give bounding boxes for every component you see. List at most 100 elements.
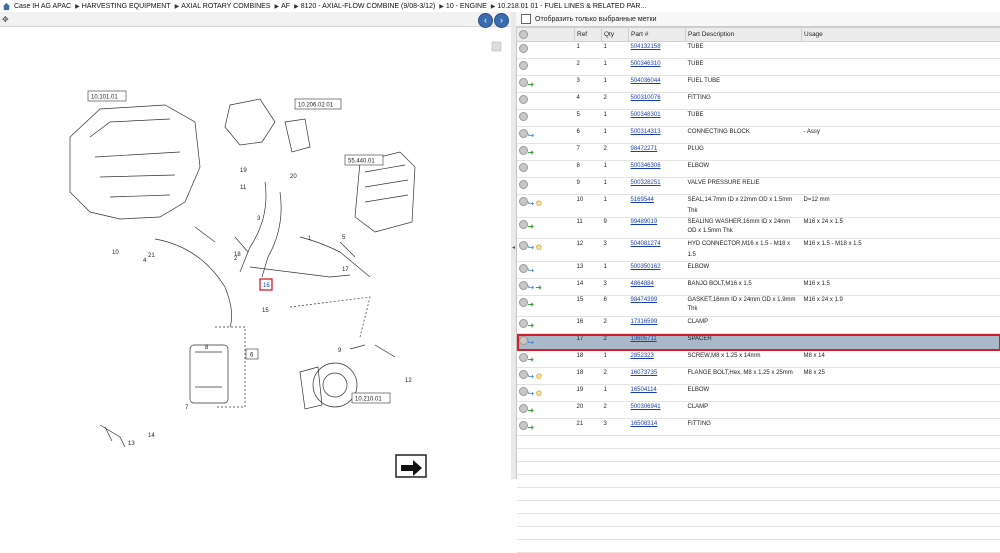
- row-select-icon[interactable]: [519, 281, 528, 290]
- cell-part-number[interactable]: 98472271: [629, 144, 686, 161]
- home-icon[interactable]: [2, 2, 11, 11]
- part-number-link[interactable]: 500314313: [631, 129, 661, 135]
- row-select-icon[interactable]: [519, 387, 528, 396]
- table-row[interactable]: 81500346306ELBOW: [517, 161, 1000, 178]
- part-number-link[interactable]: 99489019: [631, 219, 658, 225]
- next-page-button[interactable]: ›: [494, 13, 509, 28]
- add-to-cart-arrow-icon[interactable]: ➜: [528, 148, 535, 157]
- ref-label-d[interactable]: 10.210.01: [355, 397, 382, 403]
- row-select-icon[interactable]: [519, 44, 528, 53]
- add-to-cart-arrow-icon[interactable]: ➜: [528, 80, 535, 89]
- row-select-icon[interactable]: [519, 180, 528, 189]
- part-number-link[interactable]: 504081274: [631, 241, 661, 247]
- pin-icon[interactable]: ✥: [2, 15, 9, 24]
- cell-part-number[interactable]: 98474399: [629, 296, 686, 317]
- cell-part-number[interactable]: 500314313: [629, 127, 686, 144]
- callout-label[interactable]: 14: [148, 433, 155, 439]
- part-number-link[interactable]: 504132158: [631, 44, 661, 50]
- replacement-info-icon[interactable]: ↪: [528, 131, 535, 140]
- part-number-link[interactable]: 500328251: [631, 180, 661, 186]
- cell-part-number[interactable]: 4864884: [629, 279, 686, 296]
- header-qty[interactable]: Qty: [602, 28, 629, 42]
- table-row[interactable]: ➜7298472271PLUG: [517, 144, 1000, 161]
- header-usage[interactable]: Usage: [802, 28, 1000, 42]
- part-number-link[interactable]: 500346306: [631, 163, 661, 169]
- table-row[interactable]: ↪⚙19116504114ELBOW: [517, 385, 1000, 402]
- add-to-cart-arrow-icon[interactable]: ➜: [528, 355, 535, 364]
- show-selected-checkbox[interactable]: [521, 14, 531, 24]
- row-select-icon[interactable]: [519, 404, 528, 413]
- table-row[interactable]: ↪⚙123504081274HYD CONNECTOR,M16 x 1.5 - …: [517, 239, 1000, 262]
- table-row[interactable]: ↪⚙18216073735FLANGE BOLT,Hex, M8 x 1.25 …: [517, 368, 1000, 385]
- part-number-link[interactable]: 2852323: [631, 353, 654, 359]
- table-row[interactable]: 91500328251VALVE PRESSURE RELIE: [517, 178, 1000, 195]
- callout-label[interactable]: 9: [338, 348, 342, 354]
- part-number-link[interactable]: 13605711: [631, 336, 657, 342]
- table-row[interactable]: ↪17213605711SPACER: [517, 334, 1000, 351]
- part-number-link[interactable]: 4864884: [631, 281, 654, 287]
- cell-part-number[interactable]: 5169544: [629, 195, 686, 218]
- row-select-icon[interactable]: [519, 353, 528, 362]
- header-part[interactable]: Part #: [629, 28, 686, 42]
- ref-label-c[interactable]: 55.440.01: [348, 159, 375, 165]
- callout-label[interactable]: 1: [308, 236, 312, 242]
- replacement-info-icon[interactable]: ↪: [528, 243, 535, 252]
- next-diagram-icon[interactable]: [396, 455, 426, 477]
- table-row[interactable]: ➜15698474399GASKET,16mm ID x 24mm OD x 1…: [517, 296, 1000, 317]
- kit-icon[interactable]: ⚙: [535, 199, 542, 208]
- part-number-link[interactable]: 504036044: [631, 78, 661, 84]
- cell-part-number[interactable]: 500328251: [629, 178, 686, 195]
- header-description[interactable]: Part Description: [686, 28, 802, 42]
- cell-part-number[interactable]: 500310076: [629, 93, 686, 110]
- row-select-icon[interactable]: [519, 197, 528, 206]
- callout-label[interactable]: 13: [128, 441, 135, 447]
- callout-label[interactable]: 18: [234, 252, 241, 258]
- breadcrumb-item[interactable]: Case IH AG APAC: [14, 3, 71, 10]
- add-to-cart-arrow-icon[interactable]: ➜: [528, 222, 535, 231]
- row-select-icon[interactable]: [519, 241, 528, 250]
- header-ref[interactable]: Ref: [575, 28, 602, 42]
- part-number-link[interactable]: 500306941: [631, 404, 661, 410]
- table-row[interactable]: ↪61500314313CONNECTING BLOCK- Assy: [517, 127, 1000, 144]
- replacement-info-icon[interactable]: ↪: [528, 389, 535, 398]
- table-row[interactable]: ➜202500306941CLAMP: [517, 402, 1000, 419]
- table-row[interactable]: ↪⚙1015169544SEAL,14.7mm ID x 22mm OD x 1…: [517, 195, 1000, 218]
- table-row[interactable]: ➜31504036044FUEL TUBE: [517, 76, 1000, 93]
- kit-icon[interactable]: ⚙: [535, 372, 542, 381]
- zoom-icon[interactable]: [492, 42, 501, 51]
- table-row[interactable]: ➜1812852323SCREW,M8 x 1.25 x 14mmM8 x 14: [517, 351, 1000, 368]
- table-row[interactable]: 51500348301TUBE: [517, 110, 1000, 127]
- cell-part-number[interactable]: 500348301: [629, 110, 686, 127]
- cell-part-number[interactable]: 16073735: [629, 368, 686, 385]
- cell-part-number[interactable]: 13605711: [629, 334, 686, 351]
- table-row[interactable]: ➜11999489019SEALING WASHER,16mm ID x 24m…: [517, 218, 1000, 239]
- row-select-icon[interactable]: [519, 95, 528, 104]
- part-number-link[interactable]: 16504114: [631, 387, 657, 393]
- cell-part-number[interactable]: 17316599: [629, 317, 686, 334]
- replacement-info-icon[interactable]: ↪: [528, 283, 535, 292]
- cell-part-number[interactable]: 2852323: [629, 351, 686, 368]
- kit-icon[interactable]: ⚙: [535, 243, 542, 252]
- callout-label[interactable]: 21: [148, 253, 155, 259]
- row-select-icon[interactable]: [519, 421, 528, 430]
- breadcrumb-item[interactable]: ▶10 - ENGINE: [439, 3, 486, 10]
- cell-part-number[interactable]: 500346306: [629, 161, 686, 178]
- cell-part-number[interactable]: 504132158: [629, 42, 686, 59]
- part-number-link[interactable]: 16073735: [631, 370, 658, 376]
- replacement-info-icon[interactable]: ↪: [528, 266, 535, 275]
- add-to-cart-arrow-icon[interactable]: ➜: [528, 423, 535, 432]
- row-select-icon[interactable]: [519, 298, 528, 307]
- breadcrumb-item[interactable]: ▶10.218.01 01 - FUEL LINES & RELATED PAR…: [491, 3, 647, 10]
- table-row[interactable]: ↪131500350162ELBOW: [517, 262, 1000, 279]
- cell-part-number[interactable]: 99489019: [629, 218, 686, 239]
- table-row[interactable]: 11504132158TUBE: [517, 42, 1000, 59]
- part-number-link[interactable]: 16508314: [631, 421, 658, 427]
- add-to-cart-arrow-icon[interactable]: ➜: [528, 300, 535, 309]
- replacement-info-icon[interactable]: ↪: [528, 199, 535, 208]
- row-select-icon[interactable]: [519, 319, 528, 328]
- part-number-link[interactable]: 500310076: [631, 95, 661, 101]
- callout-label[interactable]: 20: [290, 174, 297, 180]
- table-row[interactable]: 42500310076FITTING: [517, 93, 1000, 110]
- callout-label[interactable]: 11: [240, 185, 247, 191]
- table-row[interactable]: ➜21316508314FITTING: [517, 419, 1000, 436]
